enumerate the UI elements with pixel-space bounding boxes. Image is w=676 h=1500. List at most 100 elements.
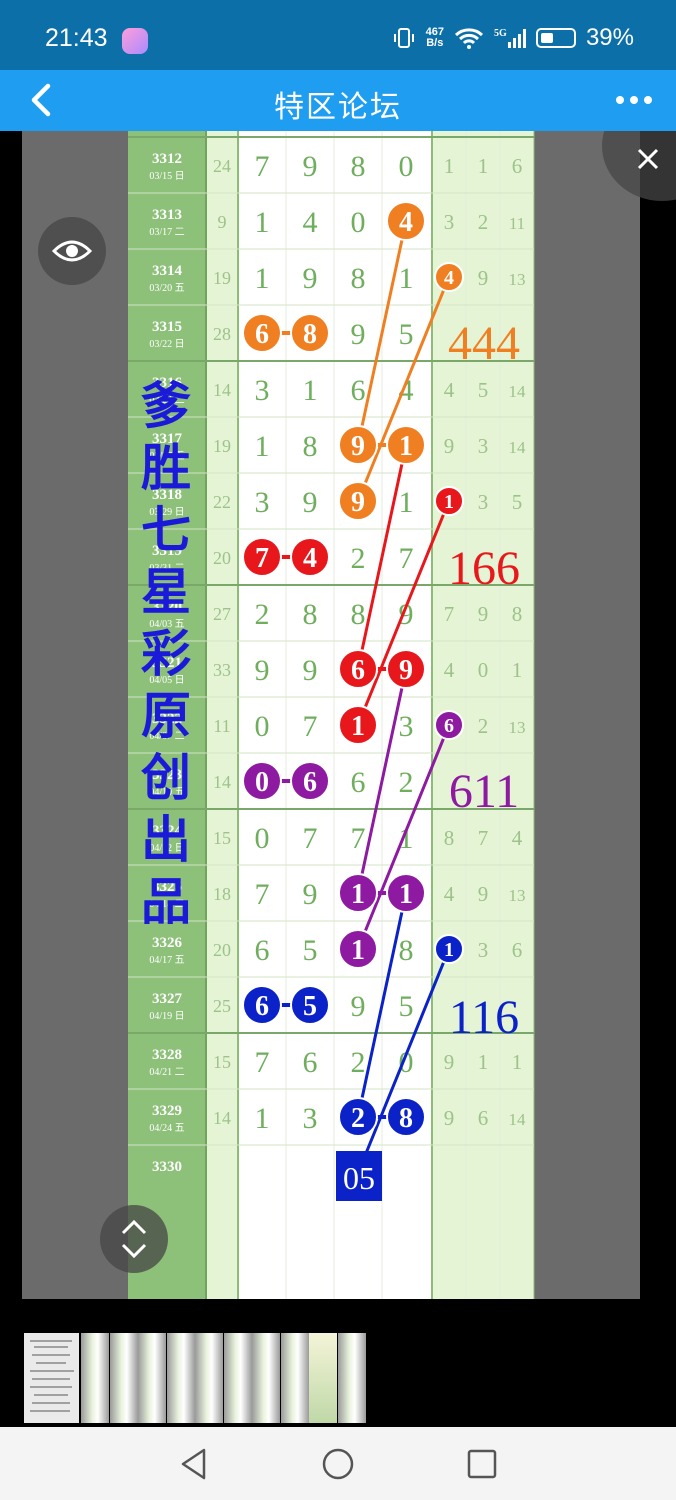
- highlight-ball: 8: [386, 1097, 426, 1137]
- thumbnail-9[interactable]: [280, 1333, 309, 1423]
- highlight-ball: 1: [338, 705, 378, 745]
- thumbnail-1[interactable]: [24, 1333, 79, 1423]
- more-dots-icon: [616, 96, 652, 104]
- digit-value: 9: [351, 318, 366, 351]
- ball-number: 8: [303, 319, 317, 350]
- ball-number: 6: [351, 655, 365, 686]
- net-speed: 467 B/s: [426, 27, 444, 49]
- digit-value: 9: [351, 990, 366, 1023]
- ball-number: 6: [255, 991, 269, 1022]
- tail-value: 4: [444, 882, 455, 906]
- tail-value: 11: [509, 214, 525, 233]
- scroll-position-button[interactable]: [100, 1205, 168, 1273]
- prediction-number: 116: [449, 991, 519, 1044]
- issue-date: 03/15 日: [149, 171, 184, 182]
- highlight-ball: 1: [386, 425, 426, 465]
- nav-home-button[interactable]: [321, 1447, 355, 1481]
- vertical-title-char: 胜: [141, 440, 191, 496]
- tail-value: 9: [478, 602, 489, 626]
- tail-value: 9: [444, 1050, 455, 1074]
- ball-number: 9: [351, 487, 365, 518]
- prediction-number: 444: [448, 317, 520, 370]
- thumbnail-6[interactable]: [195, 1333, 223, 1423]
- highlight-ball: 8: [290, 313, 330, 353]
- vibrate-icon: [393, 28, 414, 48]
- digit-value: 5: [399, 318, 414, 351]
- thumbnail-7[interactable]: [223, 1333, 252, 1423]
- digit-value: 6: [351, 766, 366, 799]
- digit-value: 8: [351, 150, 366, 183]
- vertical-title-char: 品: [141, 874, 191, 930]
- status-time: 21:43: [45, 24, 108, 52]
- ball-number: 1: [444, 491, 454, 513]
- digit-value: 7: [255, 150, 270, 183]
- digit-value: 5: [399, 990, 414, 1023]
- vertical-title-char: 创: [141, 750, 191, 806]
- digit-value: 0: [255, 710, 270, 743]
- vertical-title-char: 爹: [141, 378, 191, 434]
- prediction-number: 611: [449, 765, 519, 818]
- ball-number: 7: [255, 543, 269, 574]
- eye-icon: [52, 240, 92, 262]
- thumbnail-4[interactable]: [138, 1333, 166, 1423]
- digit-value: 1: [255, 1102, 270, 1135]
- signal-5g-icon: 5G: [494, 28, 526, 48]
- tail-value: 5: [512, 490, 523, 514]
- highlight-ball: 1: [338, 929, 378, 969]
- ball-number: 6: [303, 767, 317, 798]
- image-viewer[interactable]: 331203/15 日247980116331303/17 二914043211…: [0, 131, 676, 1299]
- thumbnail-text-preview: [30, 1340, 74, 1412]
- ball-number: 4: [399, 207, 413, 238]
- digit-value: 1: [303, 374, 318, 407]
- digit-value: 7: [303, 710, 318, 743]
- highlight-ball: 7: [242, 537, 282, 577]
- tail-value: 1: [478, 1050, 489, 1074]
- digit-value: 9: [303, 486, 318, 519]
- thumbnail-3[interactable]: [109, 1333, 138, 1423]
- thumbnail-8[interactable]: [252, 1333, 280, 1423]
- more-options-button[interactable]: [614, 92, 654, 108]
- app-bar: 特区论坛: [0, 70, 676, 131]
- issue-date: 04/17 五: [149, 955, 184, 966]
- highlight-ball: 1: [434, 934, 464, 964]
- highlight-ball: 4: [386, 201, 426, 241]
- digit-value: 1: [399, 262, 414, 295]
- thumbnail-11[interactable]: [337, 1333, 366, 1423]
- wifi-icon: [454, 28, 483, 49]
- tail-value: 6: [478, 1106, 489, 1130]
- thumbnail-10[interactable]: [309, 1333, 337, 1423]
- digit-value: 2: [351, 542, 366, 575]
- sum-value: 9: [218, 212, 227, 232]
- tail-value: 5: [478, 378, 489, 402]
- system-nav-bar: [0, 1427, 676, 1500]
- thumbnail-2[interactable]: [81, 1333, 109, 1423]
- nav-recents-button[interactable]: [466, 1448, 498, 1480]
- nav-back-button[interactable]: [178, 1447, 210, 1481]
- highlight-ball: 5: [290, 985, 330, 1025]
- highlight-ball: 4: [434, 262, 464, 292]
- digit-value: 7: [255, 878, 270, 911]
- sum-value: 15: [213, 828, 231, 848]
- highlight-ball: 6: [338, 649, 378, 689]
- sum-value: 24: [213, 156, 231, 176]
- highlight-ball: 6: [290, 761, 330, 801]
- ball-number: 1: [351, 935, 365, 966]
- digit-value: 3: [255, 486, 270, 519]
- digit-value: 9: [255, 654, 270, 687]
- tail-value: 14: [509, 1110, 527, 1129]
- net-speed-unit: B/s: [426, 37, 444, 49]
- ball-number: 1: [399, 879, 413, 910]
- vertical-title-char: 彩: [141, 626, 191, 682]
- issue-number: 3312: [152, 151, 182, 167]
- lottery-chart-image[interactable]: 331203/15 日247980116331303/17 二914043211…: [0, 131, 676, 1299]
- thumbnail-5[interactable]: [166, 1333, 195, 1423]
- highlight-ball: 6: [434, 710, 464, 740]
- tail-value: 1: [512, 1050, 523, 1074]
- toggle-visibility-button[interactable]: [38, 217, 106, 285]
- ball-number: 1: [351, 879, 365, 910]
- issue-number: 3315: [152, 319, 182, 335]
- vertical-title-char: 星: [141, 564, 191, 620]
- ball-number: 0: [255, 767, 269, 798]
- circle-home-icon: [322, 1448, 354, 1480]
- tail-value: 4: [512, 826, 523, 850]
